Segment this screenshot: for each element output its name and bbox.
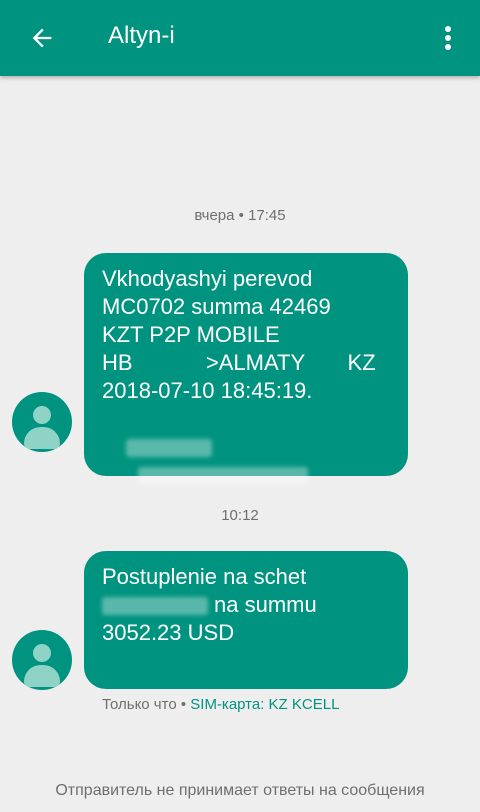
message-status: Только что • SIM-карта: KZ KCELL <box>102 696 339 713</box>
more-vert-icon <box>445 26 451 50</box>
status-time: Только что • <box>102 696 187 713</box>
message-line: MC0702 summa 42469 <box>102 294 331 319</box>
avatar-head <box>33 406 51 424</box>
message-line: 2018-07-10 18:45:19. <box>102 378 313 403</box>
message-line: KZT P2P MOBILE <box>102 322 280 347</box>
message-line: 3052.23 USD <box>102 620 235 645</box>
message-timestamp: вчера • 17:45 <box>194 207 286 224</box>
no-reply-note: Отправитель не принимает ответы на сообщ… <box>55 782 425 799</box>
message-line-with-redaction: na summu <box>102 591 390 619</box>
sim-label: SIM-карта: KZ KCELL <box>190 696 340 713</box>
avatar-body <box>24 665 60 687</box>
redacted-line <box>102 405 390 517</box>
sender-avatar <box>12 392 72 452</box>
app-bar: Altyn-i <box>0 0 480 76</box>
message-bubble[interactable]: Postuplenie na schet na summu 3052.23 US… <box>84 551 408 689</box>
back-button[interactable] <box>18 16 66 60</box>
avatar-body <box>24 427 60 449</box>
overflow-menu-button[interactable] <box>430 16 466 60</box>
conversation-title: Altyn-i <box>108 22 175 49</box>
avatar-head <box>33 644 51 662</box>
redacted-text <box>126 439 213 458</box>
redacted-account-number <box>102 597 208 616</box>
sender-avatar <box>12 630 72 690</box>
message-bubble[interactable]: Vkhodyashyi perevod MC0702 summa 42469 K… <box>84 253 408 486</box>
message-line: Postuplenie na schet <box>102 564 307 589</box>
arrow-back-icon <box>32 28 52 48</box>
redacted-text <box>138 467 309 486</box>
message-text: na summu <box>214 592 317 617</box>
message-line: Vkhodyashyi perevod <box>102 266 313 291</box>
message-line: HB >ALMATY KZ <box>102 350 376 375</box>
message-timestamp: 10:12 <box>221 507 259 524</box>
